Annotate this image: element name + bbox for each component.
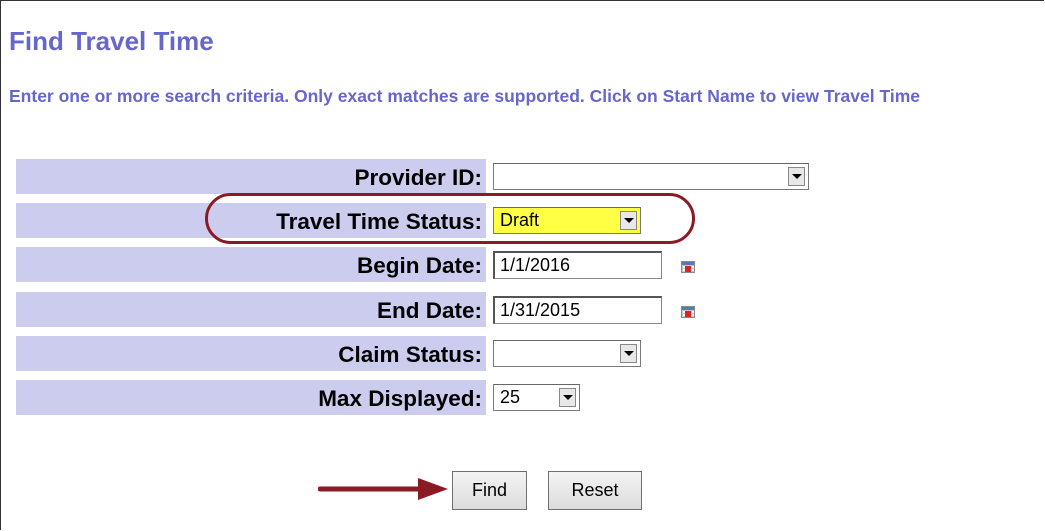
claim-status-label: Claim Status: xyxy=(338,342,482,367)
begin-date-field-cell: 1/1/2016 xyxy=(490,247,1045,282)
end-date-label-cell: End Date: xyxy=(16,292,486,327)
begin-date-label: Begin Date: xyxy=(356,253,482,278)
begin-date-input[interactable]: 1/1/2016 xyxy=(493,251,662,279)
page-title: Find Travel Time xyxy=(9,26,214,56)
chevron-down-icon[interactable] xyxy=(788,167,805,186)
claim-status-field-cell xyxy=(490,336,1045,371)
max-displayed-field-cell: 25 xyxy=(490,380,1045,415)
end-date-field-cell: 1/31/2015 xyxy=(490,292,1045,327)
claim-status-label-cell: Claim Status: xyxy=(16,336,486,371)
arrow-right-icon xyxy=(318,478,448,500)
max-displayed-label: Max Displayed: xyxy=(318,386,482,411)
end-date-label: End Date: xyxy=(376,298,482,323)
max-displayed-select[interactable]: 25 xyxy=(493,384,580,411)
reset-button[interactable]: Reset xyxy=(548,471,642,510)
highlight-ellipse-annotation xyxy=(205,193,695,244)
calendar-icon[interactable] xyxy=(681,306,695,318)
provider-id-label-cell: Provider ID: xyxy=(16,159,486,194)
chevron-down-icon[interactable] xyxy=(620,344,637,363)
provider-id-select[interactable] xyxy=(493,163,809,190)
chevron-down-icon[interactable] xyxy=(559,388,576,407)
max-displayed-label-cell: Max Displayed: xyxy=(16,380,486,415)
provider-id-label: Provider ID: xyxy=(354,165,482,190)
instructions-text: Enter one or more search criteria. Only … xyxy=(9,86,920,106)
find-button[interactable]: Find xyxy=(452,471,527,510)
end-date-input[interactable]: 1/31/2015 xyxy=(493,296,662,324)
claim-status-select[interactable] xyxy=(493,340,641,367)
max-displayed-value: 25 xyxy=(500,387,521,407)
calendar-icon[interactable] xyxy=(681,261,695,273)
begin-date-label-cell: Begin Date: xyxy=(16,247,486,282)
provider-id-field-cell xyxy=(490,159,1045,194)
